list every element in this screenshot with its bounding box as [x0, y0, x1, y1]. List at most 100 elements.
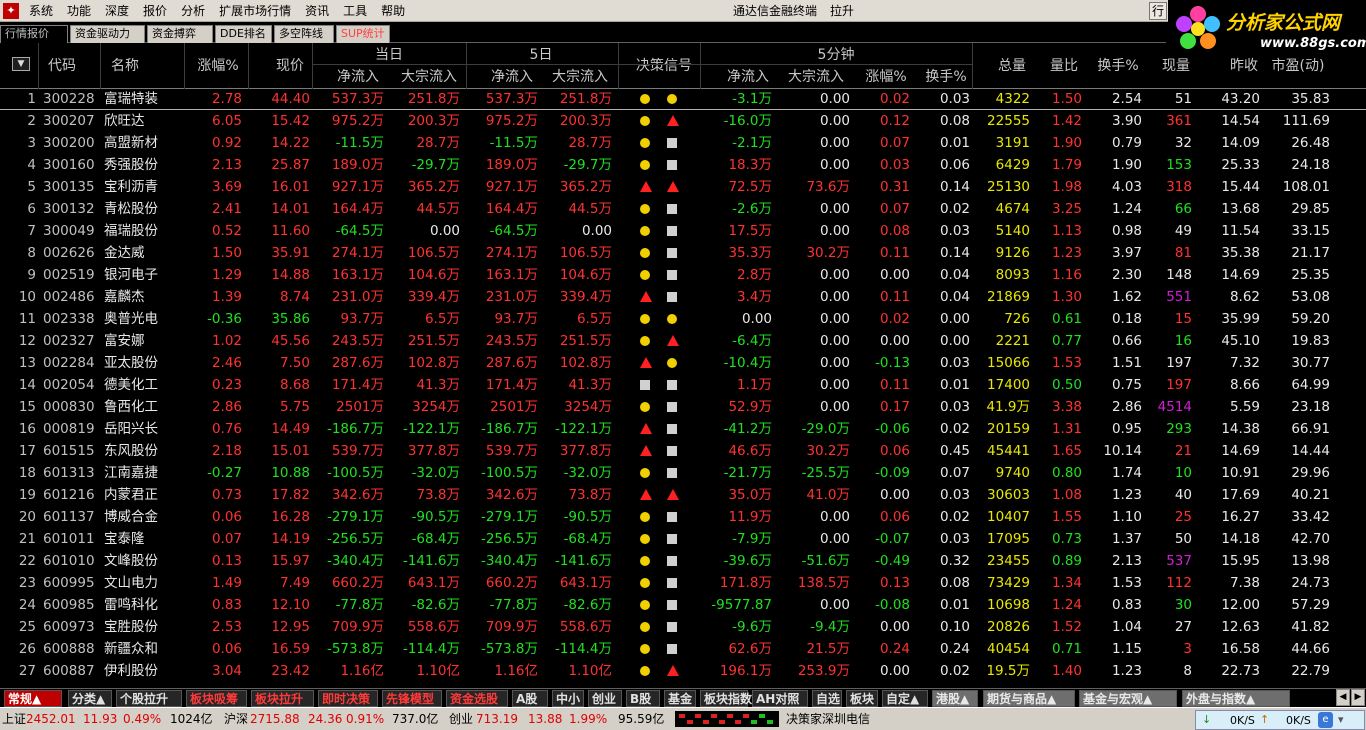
- category-tab[interactable]: 中小: [552, 690, 584, 707]
- category-tab[interactable]: 港股▲: [932, 690, 978, 707]
- widget-menu-icon[interactable]: ▾: [1338, 713, 1344, 726]
- header-turnover[interactable]: 换手%: [1092, 55, 1144, 75]
- header-signal[interactable]: 决策信号: [626, 55, 702, 75]
- table-row[interactable]: 3 300200 高盟新材 0.92 14.22 -11.5万 28.7万 -11.5万 28.…: [0, 132, 1366, 154]
- cell-n: 27: [18, 663, 36, 679]
- network-app-icon[interactable]: e: [1318, 712, 1333, 728]
- menu-item[interactable]: 报价: [136, 0, 174, 22]
- table-row[interactable]: 20 601137 博威合金 0.06 16.28 -279.1万 -90.5万 -279.1…: [0, 506, 1366, 528]
- view-tab[interactable]: 多空阵线: [274, 25, 334, 43]
- table-row[interactable]: 21 601011 宝泰隆 0.07 14.19 -256.5万 -68.4万 -256.5万…: [0, 528, 1366, 550]
- menu-item[interactable]: 帮助: [374, 0, 412, 22]
- category-tab[interactable]: B股: [626, 690, 660, 707]
- tab-scroll-left-icon[interactable]: ◀: [1336, 689, 1350, 706]
- category-tab[interactable]: 板块: [846, 690, 878, 707]
- table-row[interactable]: 8 002626 金达威 1.50 35.91 274.1万 106.5万 274.1万 106…: [0, 242, 1366, 264]
- cell-name: 宝胜股份: [104, 619, 158, 635]
- table-row[interactable]: 13 002284 亚太股份 2.46 7.50 287.6万 102.8万 287.6万 10…: [0, 352, 1366, 374]
- category-tab[interactable]: 分类▲: [68, 690, 112, 707]
- table-row[interactable]: 22 601010 文峰股份 0.13 15.97 -340.4万 -141.6万 -340.…: [0, 550, 1366, 572]
- header-pe[interactable]: 市盈(动): [1264, 55, 1332, 75]
- menu-item[interactable]: 扩展市场行情: [212, 0, 298, 22]
- category-tab[interactable]: 板块指数: [700, 690, 752, 707]
- table-row[interactable]: 7 300049 福瑞股份 0.52 11.60 -64.5万 0.00 -64.5万 0.00…: [0, 220, 1366, 242]
- table-row[interactable]: 26 600888 新疆众和 0.06 16.59 -573.8万 -114.4万 -573.…: [0, 638, 1366, 660]
- table-row[interactable]: 17 601515 东风股份 2.18 15.01 539.7万 377.8万 539.7万 3…: [0, 440, 1366, 462]
- cell-pct: 2.86: [211, 399, 242, 415]
- header-pct[interactable]: 涨幅%: [192, 55, 244, 75]
- header-5min-net[interactable]: 净流入: [720, 66, 776, 86]
- menu-item[interactable]: 系统: [22, 0, 60, 22]
- table-row[interactable]: 24 600985 雷鸣科化 0.83 12.10 -77.8万 -82.6万 -77.8万 -…: [0, 594, 1366, 616]
- table-row[interactable]: 23 600995 文山电力 1.49 7.49 660.2万 643.1万 660.2万 64…: [0, 572, 1366, 594]
- table-row[interactable]: 19 601216 内蒙君正 0.73 17.82 342.6万 73.8万 342.6万 73…: [0, 484, 1366, 506]
- view-tab[interactable]: DDE排名: [215, 25, 272, 43]
- table-row[interactable]: 5 300135 宝利沥青 3.69 16.01 927.1万 365.2万 927.1万 36…: [0, 176, 1366, 198]
- table-row[interactable]: 6 300132 青松股份 2.41 14.01 164.4万 44.5万 164.4万 44.…: [0, 198, 1366, 220]
- category-tab[interactable]: 常规▲: [4, 690, 62, 707]
- view-tab[interactable]: 行情报价: [0, 25, 68, 43]
- server-name[interactable]: 决策家深圳电信: [786, 711, 870, 727]
- table-row[interactable]: 12 002327 富安娜 1.02 45.56 243.5万 251.5万 243.5万 25…: [0, 330, 1366, 352]
- header-cur-vol[interactable]: 现量: [1156, 55, 1196, 75]
- menu-item[interactable]: 功能: [60, 0, 98, 22]
- table-row[interactable]: 11 002338 奥普光电 -0.36 35.86 93.7万 6.5万 93.7万 6.5万…: [0, 308, 1366, 330]
- table-row[interactable]: 1 300228 富瑞特装 2.78 44.40 537.3万 251.8万 537.3万 25…: [0, 88, 1366, 110]
- category-tab[interactable]: 板块拉升: [251, 690, 314, 707]
- table-row[interactable]: 10 002486 嘉麟杰 1.39 8.74 231.0万 339.4万 231.0万 339…: [0, 286, 1366, 308]
- menu-item[interactable]: 资讯: [298, 0, 336, 22]
- table-row[interactable]: 14 002054 德美化工 0.23 8.68 171.4万 41.3万 171.4万 41.…: [0, 374, 1366, 396]
- header-5day-block[interactable]: 大宗流入: [544, 66, 616, 86]
- category-tab[interactable]: 创业: [588, 690, 622, 707]
- header-today-net[interactable]: 净流入: [330, 66, 386, 86]
- tab-scroll-right-icon[interactable]: ▶: [1351, 689, 1365, 706]
- header-divider: [184, 43, 185, 89]
- category-tab[interactable]: 先锋模型: [382, 690, 442, 707]
- category-tab[interactable]: 个股拉升: [116, 690, 182, 707]
- table-row[interactable]: 15 000830 鲁西化工 2.86 5.75 2501万 3254万 2501万 3254万…: [0, 396, 1366, 418]
- corner-button[interactable]: 行: [1149, 2, 1167, 20]
- header-5min-turnover[interactable]: 换手%: [920, 66, 972, 86]
- category-tab[interactable]: 即时决策: [318, 690, 378, 707]
- header-price[interactable]: 现价: [268, 55, 312, 75]
- header-volume[interactable]: 总量: [992, 55, 1032, 75]
- signal-square-icon: [667, 622, 677, 632]
- cell-n: 1: [27, 91, 36, 107]
- table-row[interactable]: 18 601313 江南嘉捷 -0.27 10.88 -100.5万 -32.0万 -100.…: [0, 462, 1366, 484]
- category-tab[interactable]: 基金与宏观▲: [1079, 690, 1177, 707]
- cell-to: 2.13: [1111, 553, 1142, 569]
- sort-menu-icon[interactable]: ▼: [12, 57, 30, 71]
- category-tab[interactable]: 自选: [812, 690, 842, 707]
- menu-item[interactable]: 工具: [336, 0, 374, 22]
- category-tab[interactable]: 基金: [664, 690, 696, 707]
- cell-t-net: -186.7万: [326, 421, 384, 437]
- header-5min-block[interactable]: 大宗流入: [780, 66, 852, 86]
- header-prev-close[interactable]: 昨收: [1224, 55, 1264, 75]
- category-tab[interactable]: 期货与商品▲: [983, 690, 1075, 707]
- hs-index-value: 2715.88: [250, 712, 300, 726]
- table-row[interactable]: 16 000819 岳阳兴长 0.76 14.49 -186.7万 -122.1万 -186.…: [0, 418, 1366, 440]
- header-vol-ratio[interactable]: 量比: [1044, 55, 1084, 75]
- table-row[interactable]: 25 600973 宝胜股份 2.53 12.95 709.9万 558.6万 709.9万 5…: [0, 616, 1366, 638]
- header-5min-pct[interactable]: 涨幅%: [860, 66, 912, 86]
- header-code[interactable]: 代码: [42, 55, 82, 75]
- category-tab[interactable]: 自定▲: [882, 690, 928, 707]
- cell-pct: 0.23: [211, 377, 242, 393]
- category-tab[interactable]: 板块吸筹: [186, 690, 247, 707]
- header-5day-net[interactable]: 净流入: [484, 66, 540, 86]
- view-tab[interactable]: 资金驱动力: [70, 25, 145, 43]
- table-row[interactable]: 9 002519 银河电子 1.29 14.88 163.1万 104.6万 163.1万 10…: [0, 264, 1366, 286]
- category-tab[interactable]: 资金选股: [446, 690, 508, 707]
- category-tab[interactable]: 外盘与指数▲: [1182, 690, 1290, 707]
- category-tab[interactable]: AH对照: [752, 690, 808, 707]
- header-today-block[interactable]: 大宗流入: [392, 66, 466, 86]
- header-name[interactable]: 名称: [103, 55, 147, 75]
- view-tab[interactable]: SUP统计: [336, 25, 390, 43]
- category-tab[interactable]: A股: [512, 690, 548, 707]
- table-row[interactable]: 2 300207 欣旺达 6.05 15.42 975.2万 200.3万 975.2万 200…: [0, 110, 1366, 132]
- table-row[interactable]: 4 300160 秀强股份 2.13 25.87 189.0万 -29.7万 189.0万 -2…: [0, 154, 1366, 176]
- table-row[interactable]: 27 600887 伊利股份 3.04 23.42 1.16亿 1.10亿 1.16亿 1.10…: [0, 660, 1366, 682]
- menu-item[interactable]: 深度: [98, 0, 136, 22]
- view-tab[interactable]: 资金搏弈: [147, 25, 213, 43]
- menu-item[interactable]: 分析: [174, 0, 212, 22]
